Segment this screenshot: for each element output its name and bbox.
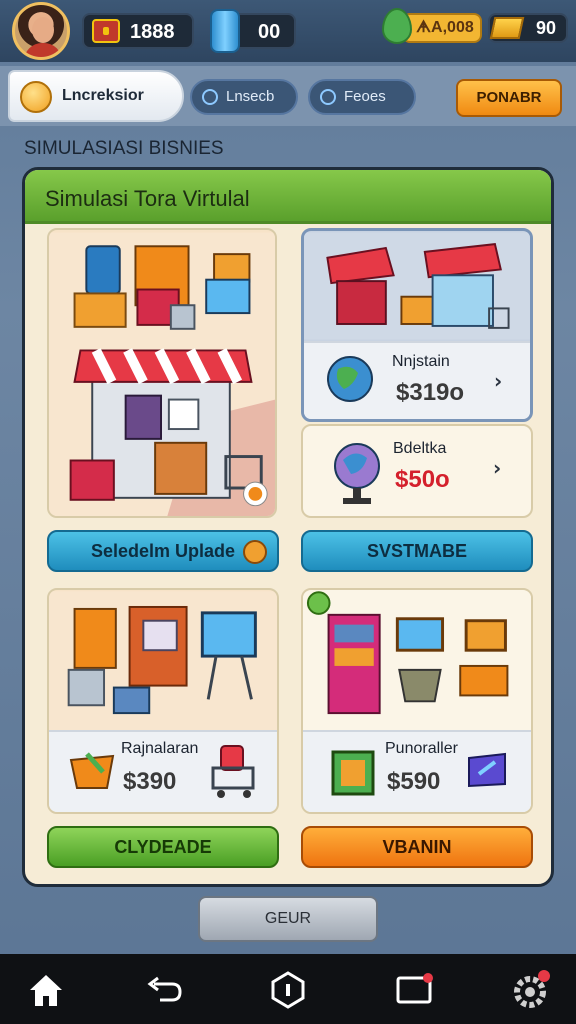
settings-icon[interactable]	[510, 970, 550, 1010]
coin-icon	[20, 81, 52, 113]
item-name: Punoraller	[385, 740, 458, 757]
shop-icon	[320, 89, 336, 105]
item-info: Nnjstain $319o ›	[304, 341, 530, 419]
hexagon-icon[interactable]	[268, 970, 308, 1010]
item-info: Rajnalaran $390	[49, 730, 277, 812]
bookshelf-set-illustration	[303, 591, 531, 733]
tab-main[interactable]: Lncreksior	[8, 70, 184, 122]
gear-coin-icon	[243, 540, 267, 564]
barrel-icon	[210, 9, 240, 53]
market-stall-illustration	[304, 232, 530, 340]
simulation-panel: Simulasi Tora Virtulal Nnjstain $319o › …	[22, 167, 554, 887]
framed-picture-icon	[331, 750, 375, 796]
gems-value: 1888	[130, 21, 175, 43]
tab-2-label: Lnsecb	[226, 88, 275, 105]
store-option-card-1[interactable]: Nnjstain $319o ›	[301, 228, 533, 422]
store-illustration	[49, 232, 275, 516]
chevron-right-icon[interactable]: ›	[493, 456, 501, 480]
store-option-card-4[interactable]: Punoraller $590	[301, 588, 533, 814]
cash-value: ᗗA,008	[416, 19, 474, 36]
globe-stand-icon	[334, 443, 380, 504]
gem-box-icon	[468, 752, 506, 788]
item-name: Bdeltka	[393, 440, 447, 457]
tab-3-label: Feoes	[344, 88, 386, 105]
green-action-button[interactable]: CLYDEADE	[47, 826, 279, 868]
tab-3[interactable]: Feoes	[308, 79, 416, 115]
treasure-chest-icon	[92, 19, 120, 43]
leaf-add-icon[interactable]	[382, 8, 412, 44]
cash-counter[interactable]: ᗗA,008	[402, 13, 482, 43]
energy-counter[interactable]: 00	[210, 9, 296, 53]
top-resource-bar: 1888 00 ᗗA,008 90	[0, 0, 576, 62]
panel-header: Simulasi Tora Virtulal	[25, 170, 551, 224]
tab-main-label: Lncreksior	[62, 87, 144, 104]
item-price: $590	[387, 768, 441, 795]
recent-apps-icon[interactable]	[394, 970, 434, 1010]
globe-icon	[327, 356, 373, 402]
item-name: Nnjstain	[392, 353, 450, 370]
back-button[interactable]: GEUR	[198, 896, 378, 942]
select-upgrade-button[interactable]: Seledelm Uplade	[47, 530, 279, 572]
tab-2[interactable]: Lnsecb	[190, 79, 298, 115]
section-title: SIMULASIASI BISNIES	[24, 138, 224, 159]
furniture-set-illustration	[49, 591, 277, 733]
store-option-card-2[interactable]: Bdeltka $50o ›	[301, 424, 533, 518]
system-button[interactable]: SVSTMABE	[301, 530, 533, 572]
nav-row: Lncreksior Lnsecb Feoes PONABR	[0, 66, 576, 126]
item-price: $390	[123, 768, 177, 795]
chevron-right-icon[interactable]: ›	[494, 369, 502, 393]
item-price: $50o	[395, 466, 450, 493]
back-icon[interactable]	[144, 970, 184, 1010]
gold-bar-icon	[489, 17, 525, 39]
energy-value: 00	[258, 21, 281, 43]
gems-counter[interactable]: 1888	[82, 13, 194, 49]
item-name: Rajnalaran	[121, 740, 199, 757]
player-avatar[interactable]	[12, 2, 70, 60]
gold-counter[interactable]: 90	[488, 13, 568, 43]
orange-action-button[interactable]: VBANIN	[301, 826, 533, 868]
item-price: $319o	[396, 379, 465, 406]
gold-value: 90	[536, 18, 557, 38]
basket-icon	[69, 752, 115, 789]
item-info: Punoraller $590	[303, 730, 531, 812]
system-nav-bar	[0, 954, 576, 1024]
top-action-button[interactable]: PONABR	[456, 79, 562, 117]
select-upgrade-label: Seledelm Uplade	[90, 541, 236, 561]
shopping-cart-icon	[211, 745, 255, 798]
store-preview-card[interactable]	[47, 228, 277, 518]
home-icon[interactable]	[26, 970, 66, 1010]
store-option-card-3[interactable]: Rajnalaran $390	[47, 588, 279, 814]
tag-icon	[202, 89, 218, 105]
panel-title: Simulasi Tora Virtulal	[45, 186, 250, 211]
